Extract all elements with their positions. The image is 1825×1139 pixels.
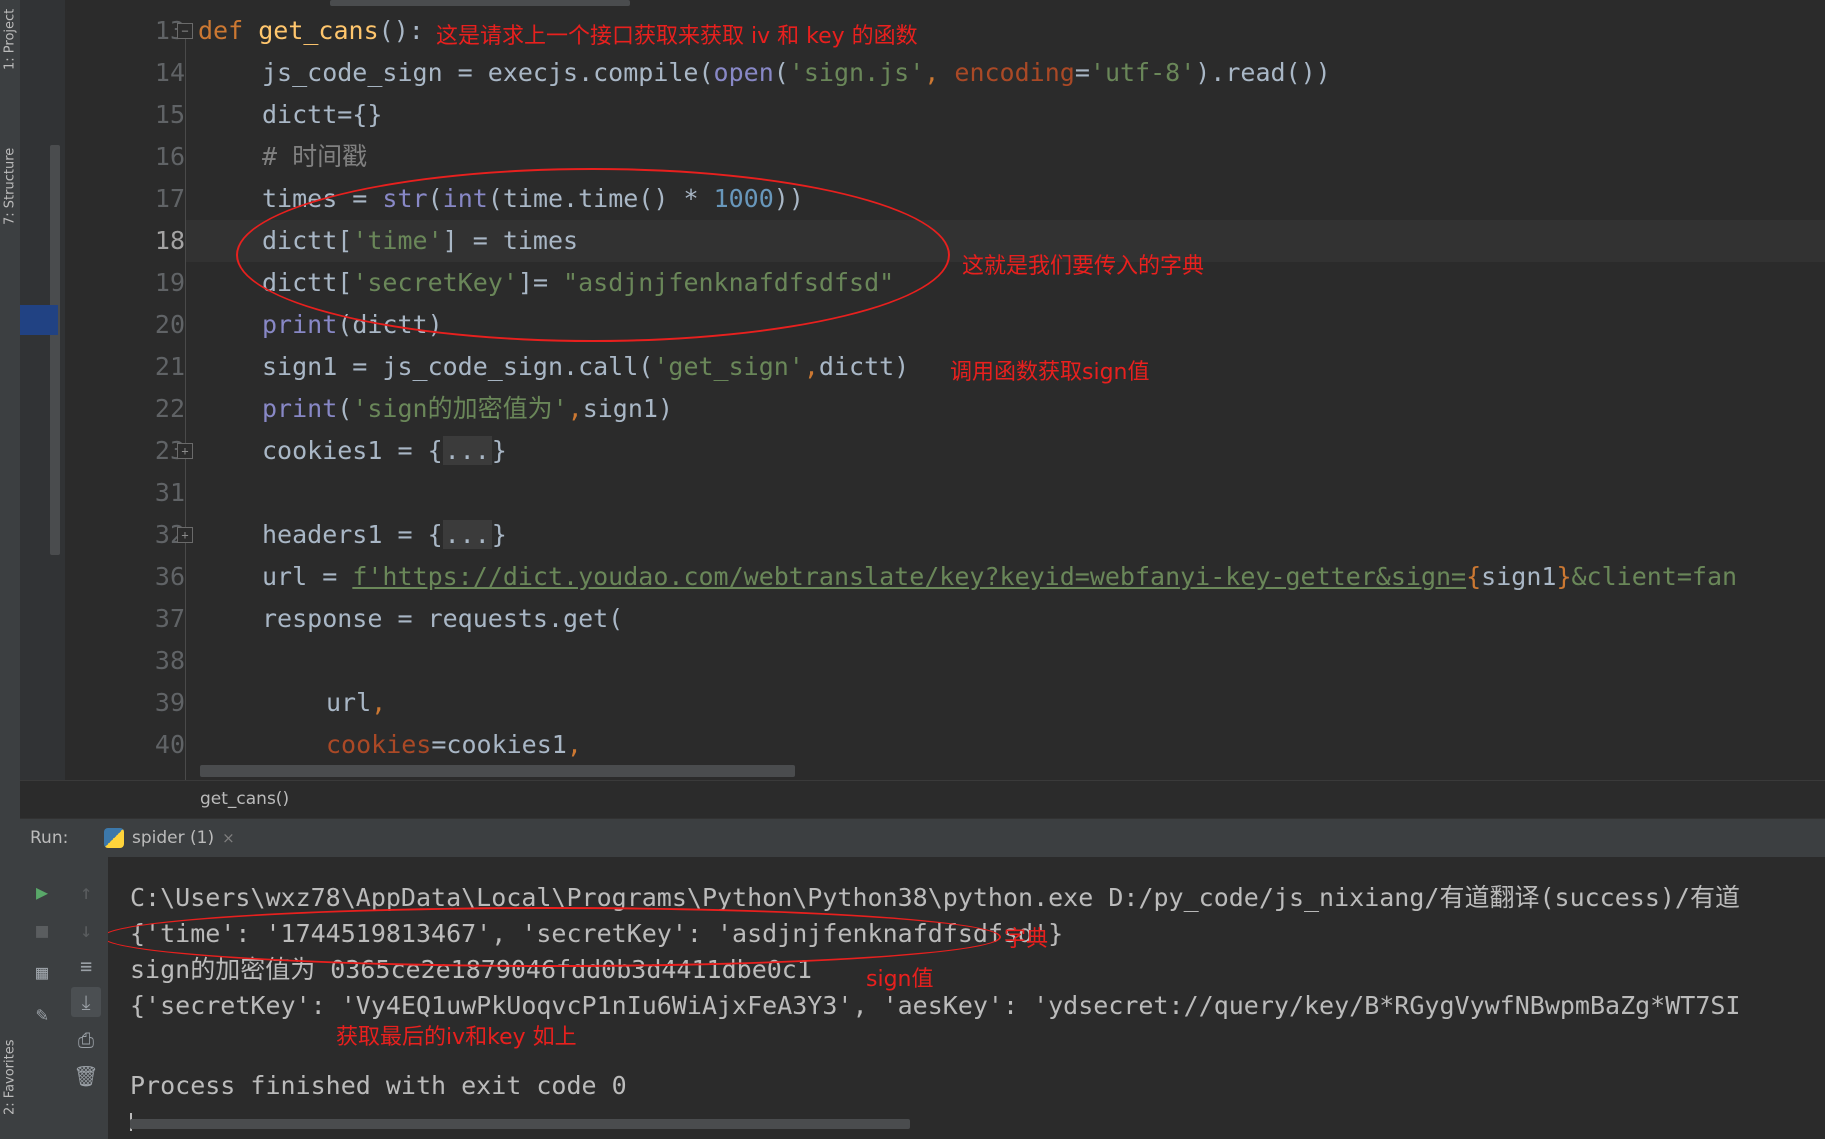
tab-structure[interactable]: 7: Structure	[0, 105, 20, 225]
annotation-dict: 这就是我们要传入的字典	[962, 254, 1205, 279]
console-horizontal-scrollbar[interactable]	[130, 1119, 910, 1129]
line-number-current: 18	[154, 226, 185, 255]
code-line-40: cookies=cookies1,	[326, 730, 582, 759]
folded-block[interactable]: ...	[442, 520, 492, 549]
code-line-15: dictt={}	[262, 100, 383, 129]
editor-horizontal-scrollbar[interactable]	[200, 765, 795, 777]
run-icon[interactable]: ▶	[27, 877, 57, 907]
code-line-32: headers1 = {...}	[262, 520, 507, 549]
code-line-39: url,	[326, 688, 387, 717]
scroll-to-end-icon[interactable]: ⤓	[71, 987, 101, 1017]
code-line-13: def get_cans():	[198, 16, 424, 45]
line-number: 38	[154, 646, 185, 675]
line-number: 23	[154, 436, 185, 465]
line-number: 16	[154, 142, 185, 171]
code-line-14: js_code_sign = execjs.compile(open('sign…	[262, 58, 1331, 87]
line-number: 17	[154, 184, 185, 213]
code-line-37: response = requests.get(	[262, 604, 624, 633]
line-number: 36	[154, 562, 185, 591]
tab-project[interactable]: 1: Project	[0, 0, 20, 70]
run-toolbar-left: ▶ ■ ▦ ✎	[20, 857, 65, 1139]
annotation-function-desc: 这是请求上一个接口获取来获取 iv 和 key 的函数	[436, 24, 918, 49]
console-line: Process finished with exit code 0	[130, 1071, 627, 1100]
line-number: 32	[154, 520, 185, 549]
run-tab-spider[interactable]: spider (1) ×	[92, 819, 247, 860]
run-label: Run:	[30, 828, 69, 848]
line-number: 21	[154, 352, 185, 381]
code-line-21: sign1 = js_code_sign.call('get_sign',dic…	[262, 352, 910, 381]
run-tab-label: spider (1)	[132, 828, 215, 848]
run-console[interactable]: C:\Users\wxz78\AppData\Local\Programs\Py…	[108, 857, 1825, 1139]
left-tool-strip: 1: Project 7: Structure 2: Favorites	[0, 0, 21, 1139]
gutter-scrollbar[interactable]	[50, 145, 60, 555]
trash-icon[interactable]: 🗑	[71, 1061, 101, 1091]
line-numbers: 13 14 15 16 17 18 19 20 21 22 23 31 32 3…	[65, 0, 185, 780]
down-arrow-icon[interactable]: ↓	[71, 915, 101, 945]
run-tool-header: Run: spider (1) ×	[20, 818, 1825, 860]
close-icon[interactable]: ×	[222, 829, 235, 847]
line-number: 40	[154, 730, 185, 759]
annotation-sign-call: 调用函数获取sign值	[950, 360, 1150, 385]
print-icon[interactable]: ⎙	[71, 1025, 101, 1055]
code-line-36: url = f'https://dict.youdao.com/webtrans…	[262, 562, 1738, 591]
gutter-highlight	[20, 305, 58, 335]
line-number: 37	[154, 604, 185, 633]
soft-wrap-icon[interactable]: ≡	[71, 951, 101, 981]
code-line-16: # 时间戳	[262, 142, 368, 171]
highlight-ellipse-console	[108, 907, 1001, 967]
line-number: 19	[154, 268, 185, 297]
run-toolbar-right: ↑ ↓ ≡ ⤓ ⎙ 🗑	[64, 857, 109, 1139]
line-number: 13	[154, 16, 185, 45]
breadcrumb-item[interactable]: get_cans()	[200, 789, 289, 809]
tab-favorites[interactable]: 2: Favorites	[0, 985, 20, 1115]
code-line-22: print('sign的加密值为',sign1)	[262, 394, 674, 423]
annotation-console-dict: 字典	[1004, 927, 1049, 952]
line-number: 15	[154, 100, 185, 129]
layout-icon[interactable]: ▦	[27, 957, 57, 987]
line-number: 22	[154, 394, 185, 423]
up-arrow-icon[interactable]: ↑	[71, 877, 101, 907]
pin-icon[interactable]: ✎	[27, 999, 57, 1029]
line-number: 14	[154, 58, 185, 87]
folded-block[interactable]: ...	[442, 436, 492, 465]
line-number: 20	[154, 310, 185, 339]
annotation-console-sign: sign值	[866, 967, 934, 992]
code-line-23: cookies1 = {...}	[262, 436, 507, 465]
line-number: 31	[154, 478, 185, 507]
line-number: 39	[154, 688, 185, 717]
code-editor[interactable]: def get_cans(): js_code_sign = execjs.co…	[186, 0, 1825, 780]
highlight-ellipse-dict	[236, 168, 950, 342]
annotation-console-result: 获取最后的iv和key 如上	[336, 1025, 577, 1050]
breadcrumb: get_cans()	[20, 780, 1825, 819]
python-icon	[104, 828, 124, 848]
stop-icon[interactable]: ■	[27, 915, 57, 945]
